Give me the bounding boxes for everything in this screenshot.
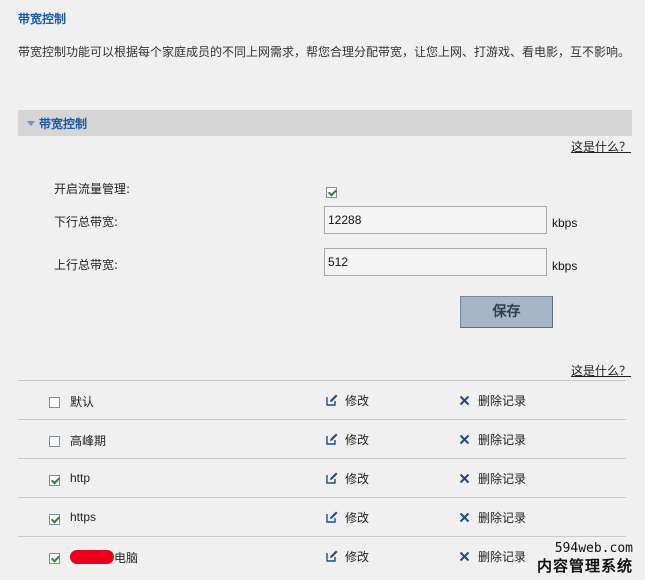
edit-icon bbox=[326, 550, 338, 562]
rule-checkbox[interactable] bbox=[49, 514, 60, 525]
uplink-unit: kbps bbox=[552, 259, 578, 273]
page-title: 带宽控制 bbox=[18, 12, 67, 26]
enable-traffic-label: 开启流量管理: bbox=[54, 182, 131, 196]
rule-checkbox[interactable] bbox=[49, 436, 60, 447]
delete-icon bbox=[459, 551, 470, 562]
downlink-input[interactable]: 12288 bbox=[324, 206, 547, 234]
help-link-settings[interactable]: 这是什么？ bbox=[571, 138, 631, 155]
rule-name: https bbox=[70, 510, 97, 524]
edit-label: 修改 bbox=[345, 472, 370, 486]
edit-icon bbox=[326, 394, 338, 406]
uplink-label: 上行总带宽: bbox=[54, 258, 119, 272]
section-title: 带宽控制 bbox=[39, 117, 88, 131]
page-description: 带宽控制功能可以根据每个家庭成员的不同上网需求，帮您合理分配带宽，让您上网、打游… bbox=[18, 45, 631, 59]
watermark-site: 594web.com bbox=[554, 541, 633, 556]
section-header[interactable]: 带宽控制 bbox=[18, 110, 632, 136]
rule-checkbox[interactable] bbox=[49, 397, 60, 408]
edit-label: 修改 bbox=[345, 550, 370, 564]
redacted-mark bbox=[70, 550, 114, 564]
rule-name: http bbox=[70, 471, 91, 485]
rule-row: 高峰期 修改 删除记录 bbox=[18, 419, 626, 459]
edit-icon bbox=[326, 433, 338, 445]
rule-row: http 修改 删除记录 bbox=[18, 458, 626, 498]
watermark: 594web.com 内容管理系统 bbox=[537, 541, 633, 575]
delete-label: 删除记录 bbox=[478, 433, 527, 447]
edit-label: 修改 bbox=[345, 433, 370, 447]
delete-icon bbox=[459, 395, 470, 406]
delete-label: 删除记录 bbox=[478, 550, 527, 564]
delete-icon bbox=[459, 434, 470, 445]
delete-label: 删除记录 bbox=[478, 394, 527, 408]
delete-label: 删除记录 bbox=[478, 472, 527, 486]
delete-icon bbox=[459, 512, 470, 523]
help-link-rules[interactable]: 这是什么？ bbox=[571, 362, 631, 379]
downlink-label: 下行总带宽: bbox=[54, 215, 119, 229]
rule-row: 电脑 修改 删除记录 bbox=[18, 536, 626, 576]
edit-icon bbox=[326, 511, 338, 523]
uplink-input[interactable]: 512 bbox=[324, 248, 547, 276]
rule-checkbox[interactable] bbox=[49, 553, 60, 564]
rule-name: 高峰期 bbox=[70, 434, 107, 448]
watermark-text: 内容管理系统 bbox=[536, 557, 633, 575]
save-button[interactable]: 保存 bbox=[460, 296, 553, 328]
downlink-unit: kbps bbox=[552, 216, 578, 230]
delete-label: 删除记录 bbox=[478, 511, 527, 525]
rule-row: https 修改 删除记录 bbox=[18, 497, 626, 537]
rule-row: 默认 修改 删除记录 bbox=[18, 380, 626, 420]
delete-icon bbox=[459, 473, 470, 484]
rule-checkbox[interactable] bbox=[49, 475, 60, 486]
edit-label: 修改 bbox=[345, 394, 370, 408]
collapse-arrow-icon bbox=[27, 121, 35, 126]
edit-icon bbox=[326, 472, 338, 484]
edit-label: 修改 bbox=[345, 511, 370, 525]
rule-name-wrap: 电脑 bbox=[70, 549, 138, 566]
rule-name: 默认 bbox=[70, 395, 95, 409]
enable-traffic-checkbox[interactable] bbox=[326, 187, 337, 198]
rule-name: 电脑 bbox=[114, 551, 139, 565]
